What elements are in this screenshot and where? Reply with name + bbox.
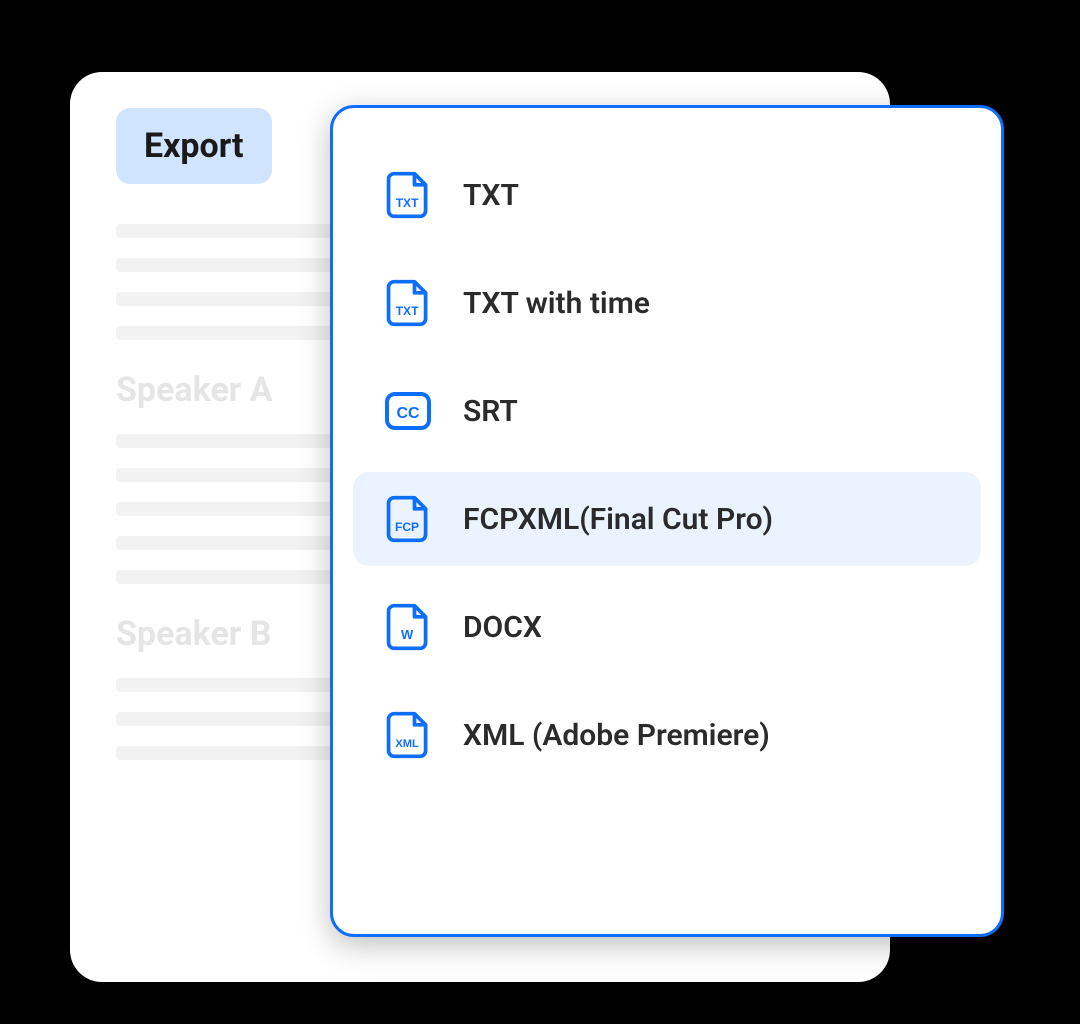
- txt-file-icon: [383, 278, 433, 328]
- export-format-menu: TXT TXT with time SRT FCPXML(Final Cut P…: [330, 105, 1004, 937]
- menu-item-label: SRT: [463, 394, 518, 429]
- menu-item-xml[interactable]: XML (Adobe Premiere): [353, 688, 981, 782]
- menu-item-label: TXT with time: [463, 286, 650, 321]
- menu-item-label: DOCX: [463, 610, 542, 645]
- export-button[interactable]: Export: [116, 108, 272, 184]
- menu-item-label: FCPXML(Final Cut Pro): [463, 502, 773, 537]
- fcp-file-icon: [383, 494, 433, 544]
- xml-file-icon: [383, 710, 433, 760]
- menu-item-label: XML (Adobe Premiere): [463, 718, 770, 753]
- cc-icon: [383, 386, 433, 436]
- word-file-icon: [383, 602, 433, 652]
- menu-item-fcpxml[interactable]: FCPXML(Final Cut Pro): [353, 472, 981, 566]
- menu-item-srt[interactable]: SRT: [353, 364, 981, 458]
- menu-item-txt-time[interactable]: TXT with time: [353, 256, 981, 350]
- txt-file-icon: [383, 170, 433, 220]
- menu-item-docx[interactable]: DOCX: [353, 580, 981, 674]
- menu-item-txt[interactable]: TXT: [353, 148, 981, 242]
- menu-item-label: TXT: [463, 178, 519, 213]
